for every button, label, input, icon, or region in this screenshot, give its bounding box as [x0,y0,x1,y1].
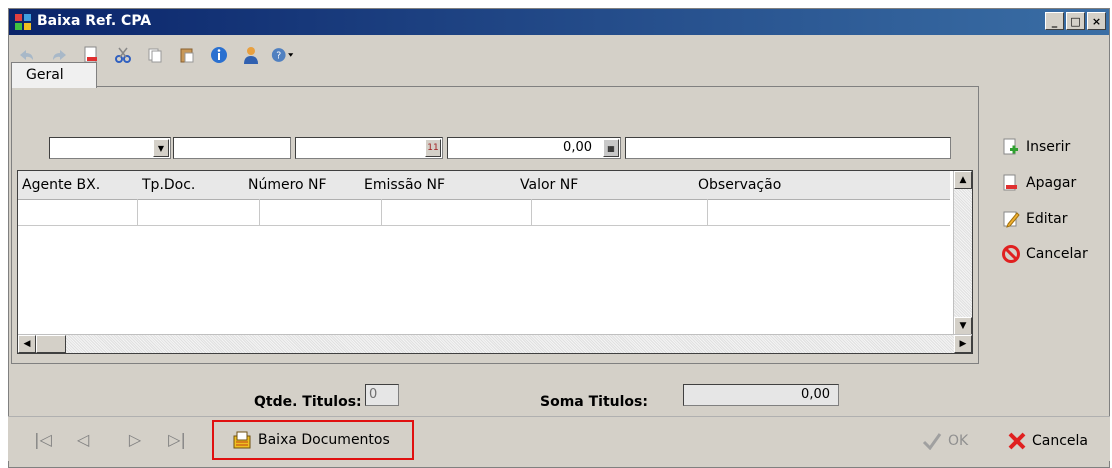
cut-icon [115,47,131,63]
cancelar-label: Cancelar [1026,246,1088,262]
tpdoc-input[interactable] [173,137,291,159]
documents-icon [233,431,251,449]
cancela-label: Cancela [1032,433,1089,449]
scroll-thumb[interactable] [36,335,66,353]
undo-icon [20,50,33,60]
cell-agente[interactable] [18,199,138,225]
copy-button[interactable] [143,43,167,67]
calculator-icon[interactable]: ▦ [603,139,619,157]
grid-header: Agente BX. Tp.Doc. Número NF Emissão NF … [18,171,950,200]
table-row[interactable] [18,199,950,226]
copy-icon [148,48,162,63]
editar-button[interactable]: Editar [1002,210,1067,228]
svg-text:?: ? [276,50,281,61]
info-icon [211,47,227,63]
first-record-icon[interactable]: |◁ [34,430,52,449]
info-button[interactable] [207,43,231,67]
valor-input[interactable]: 0,00 ▦ [447,137,621,159]
user-icon [244,47,258,64]
delete-doc-icon [1003,174,1017,191]
inserir-button[interactable]: Inserir [1002,138,1070,156]
app-icon [15,14,31,30]
ok-label: OK [948,433,969,449]
cell-emissao[interactable] [382,199,532,225]
observacao-input[interactable] [625,137,951,159]
valor-value: 0,00 [563,140,592,155]
soma-titulos-value: 0,00 [801,387,830,402]
tab-geral-label: Geral [26,67,64,83]
soma-titulos-label: Soma Titulos: [540,394,648,410]
cancel-icon [1002,245,1020,263]
tab-geral[interactable]: Geral [11,62,97,88]
check-icon [922,433,942,450]
agente-select[interactable]: ▼ [49,137,171,159]
scroll-down-icon[interactable]: ▼ [954,317,972,335]
cell-numero[interactable] [260,199,382,225]
help-button[interactable]: ? [271,43,295,67]
cut-button[interactable] [111,43,135,67]
window-title: Baixa Ref. CPA [37,13,152,29]
soma-titulos-field: 0,00 [683,384,839,406]
maximize-icon: □ [1070,14,1081,28]
qtde-titulos-value: 0 [369,387,378,402]
inserir-label: Inserir [1026,139,1071,155]
title-bar: Baixa Ref. CPA _ □ × [9,9,1109,35]
minimize-icon: _ [1051,14,1058,28]
user-button[interactable] [239,43,263,67]
close-button[interactable]: × [1087,12,1106,30]
x-icon [1008,432,1026,450]
col-tpdoc[interactable]: Tp.Doc. [142,177,195,193]
col-numero-nf[interactable]: Número NF [248,177,327,193]
apagar-button[interactable]: Apagar [1002,174,1076,192]
baixa-documentos-label: Baixa Documentos [258,432,390,448]
scroll-up-icon[interactable]: ▲ [954,171,972,189]
calendar-icon[interactable]: 11 [425,139,441,157]
col-agente[interactable]: Agente BX. [22,177,100,193]
cell-valor[interactable] [532,199,708,225]
last-record-icon[interactable]: ▷| [168,430,186,449]
maximize-button[interactable]: □ [1066,12,1085,30]
emissao-date-input[interactable]: 11 [295,137,443,159]
cell-tpdoc[interactable] [138,199,260,225]
close-icon: × [1091,14,1102,28]
baixa-documentos-button[interactable]: Baixa Documentos [232,430,390,450]
documents-grid[interactable]: Agente BX. Tp.Doc. Número NF Emissão NF … [17,170,973,354]
cancela-button[interactable]: Cancela [1008,432,1088,450]
paste-icon [180,48,194,63]
ok-button[interactable]: OK [922,432,968,450]
horizontal-scrollbar[interactable]: ◀ ▶ [18,334,972,353]
help-icon: ? [271,48,294,62]
col-valor-nf[interactable]: Valor NF [520,177,578,193]
col-emissao-nf[interactable]: Emissão NF [364,177,445,193]
vertical-scrollbar[interactable]: ▲ ▼ [953,171,972,335]
minimize-button[interactable]: _ [1045,12,1064,30]
edit-icon [1003,211,1020,228]
paste-button[interactable] [175,43,199,67]
qtde-titulos-label: Qtde. Titulos: [254,394,362,410]
scroll-right-icon[interactable]: ▶ [954,335,972,353]
chevron-down-icon[interactable]: ▼ [153,139,169,157]
next-record-icon[interactable]: ▷ [126,430,144,449]
previous-record-icon[interactable]: ◁ [74,430,92,449]
insert-doc-icon [1003,138,1018,155]
redo-icon [53,50,66,60]
cancelar-button[interactable]: Cancelar [1002,245,1088,263]
editar-label: Editar [1026,211,1068,227]
col-observacao[interactable]: Observação [698,177,781,193]
scroll-left-icon[interactable]: ◀ [18,335,36,353]
apagar-label: Apagar [1026,175,1077,191]
qtde-titulos-field: 0 [365,384,399,406]
